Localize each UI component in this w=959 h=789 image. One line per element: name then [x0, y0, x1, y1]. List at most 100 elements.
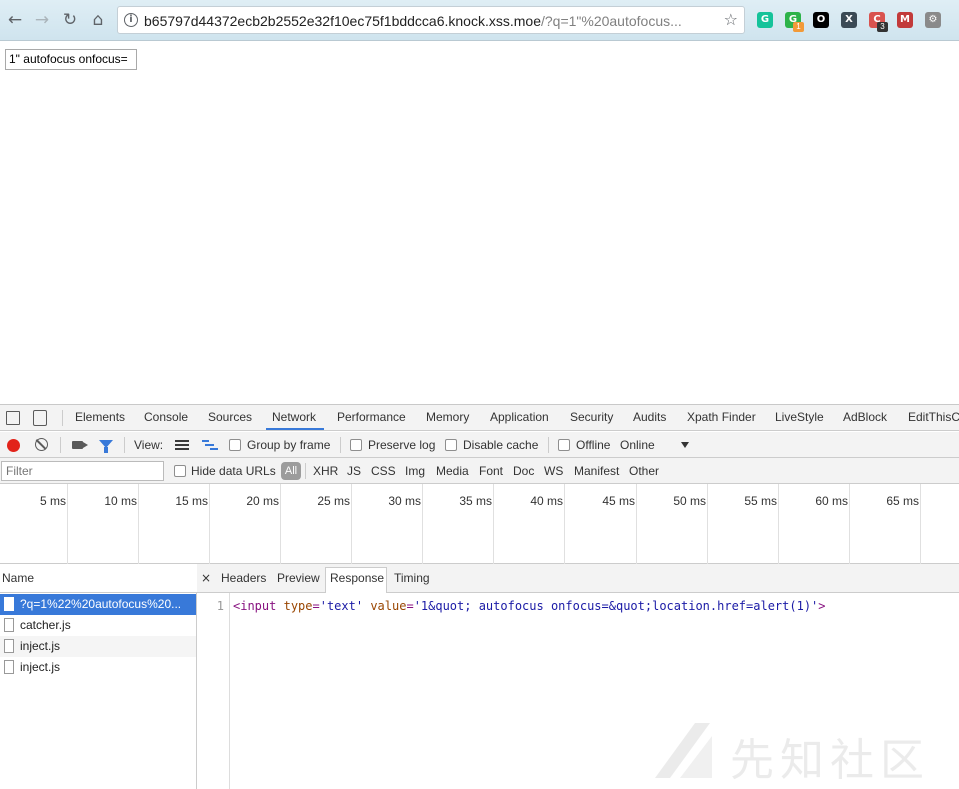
filter-type-xhr[interactable]: XHR — [313, 464, 338, 478]
site-info-icon[interactable]: i — [124, 13, 138, 27]
record-icon[interactable] — [7, 439, 20, 452]
filter-type-js[interactable]: JS — [347, 464, 361, 478]
file-icon — [4, 660, 14, 674]
view-label: View: — [134, 438, 164, 452]
tab-audits[interactable]: Audits — [633, 410, 666, 424]
inspect-element-icon[interactable] — [6, 411, 20, 425]
network-toolbar: View: Group by frame Preserve log Disabl… — [0, 432, 959, 458]
xss-test-input[interactable]: 1" autofocus onfocus= — [5, 49, 137, 70]
circle-icon[interactable]: O — [813, 12, 829, 28]
divider — [548, 437, 549, 453]
detail-tab-headers[interactable]: Headers — [221, 571, 266, 585]
disable-cache-label: Disable cache — [463, 438, 539, 452]
tab-security[interactable]: Security — [570, 410, 613, 424]
capture-screenshots-icon[interactable] — [72, 441, 88, 449]
overview-waterfall-icon[interactable] — [202, 440, 218, 450]
requests-list: Name ?q=1%22%20autofocus%20... catcher.js… — [0, 564, 197, 789]
request-name: inject.js — [20, 639, 61, 653]
request-name: catcher.js — [20, 618, 71, 632]
code-val-value: '1&quot; autofocus onfocus=&quot;locatio… — [413, 599, 819, 613]
url-path: /?q=1"%20autofocus... — [540, 13, 682, 29]
divider — [305, 463, 306, 479]
preserve-log-label: Preserve log — [368, 438, 436, 452]
detail-tab-preview[interactable]: Preview — [277, 571, 320, 585]
line-number: 1 — [216, 599, 224, 613]
response-code: <input type='text' value='1&quot; autofo… — [233, 599, 826, 613]
filter-type-other[interactable]: Other — [629, 464, 659, 478]
name-column-label: Name — [2, 571, 35, 585]
filter-type-manifest[interactable]: Manifest — [574, 464, 619, 478]
home-icon[interactable]: ⌂ — [88, 10, 108, 30]
filter-type-img[interactable]: Img — [405, 464, 425, 478]
filter-type-media[interactable]: Media — [436, 464, 469, 478]
offline-label: Offline — [576, 438, 611, 452]
filter-type-css[interactable]: CSS — [371, 464, 396, 478]
divider — [124, 437, 125, 453]
large-rows-icon[interactable] — [175, 440, 189, 450]
filter-type-all[interactable]: All — [281, 462, 301, 480]
filter-bar: Hide data URLs All XHR JS CSS Img Media Font D… — [0, 458, 959, 484]
close-icon[interactable]: × — [201, 571, 211, 585]
divider — [340, 437, 341, 453]
bookmark-star-icon[interactable]: ☆ — [724, 10, 738, 29]
throttling-select[interactable]: Online — [620, 438, 655, 452]
watermark: 先知社区 — [650, 718, 950, 786]
file-icon — [4, 618, 14, 632]
address-bar[interactable]: i b65797d44372ecb2b2552e32f10ec75f1bddcc… — [117, 6, 745, 34]
settings-gear-icon[interactable]: ⚙ — [925, 12, 941, 28]
code-attr-value: value — [370, 599, 407, 613]
code-eq: = — [406, 599, 414, 613]
back-arrow-icon[interactable]: ← — [5, 10, 25, 30]
filter-input[interactable] — [1, 461, 164, 481]
filter-funnel-icon[interactable] — [99, 440, 113, 453]
filter-type-doc[interactable]: Doc — [513, 464, 534, 478]
x-extension-icon[interactable]: X — [841, 12, 857, 28]
tab-editthisc[interactable]: EditThisC — [908, 410, 959, 424]
chevron-down-icon[interactable] — [681, 442, 689, 448]
tab-performance[interactable]: Performance — [337, 410, 406, 424]
tab-elements[interactable]: Elements — [75, 410, 125, 424]
url-host: b65797d44372ecb2b2552e32f10ec75f1bddcca6… — [144, 13, 541, 29]
preserve-log-checkbox[interactable] — [350, 439, 362, 451]
hide-data-urls-checkbox[interactable] — [174, 465, 186, 477]
group-by-frame-checkbox[interactable] — [229, 439, 241, 451]
name-column-header[interactable]: Name — [0, 564, 197, 593]
mask-extension-icon[interactable]: M — [897, 12, 913, 28]
tab-console[interactable]: Console — [144, 410, 188, 424]
disable-cache-checkbox[interactable] — [445, 439, 457, 451]
clear-icon[interactable] — [35, 438, 48, 451]
tab-sources[interactable]: Sources — [208, 410, 252, 424]
reload-icon[interactable]: ↻ — [60, 10, 80, 30]
request-name: inject.js — [20, 660, 61, 674]
request-row[interactable]: catcher.js — [0, 615, 196, 636]
offline-checkbox[interactable] — [558, 439, 570, 451]
detail-tab-timing[interactable]: Timing — [394, 571, 430, 585]
tab-xpath-finder[interactable]: Xpath Finder — [687, 410, 756, 424]
request-row[interactable]: inject.js — [0, 657, 196, 678]
device-toolbar-icon[interactable] — [33, 410, 47, 426]
tab-livestyle[interactable]: LiveStyle — [775, 410, 824, 424]
divider — [62, 410, 63, 426]
file-icon — [4, 597, 14, 611]
tab-application[interactable]: Application — [490, 410, 549, 424]
filter-type-font[interactable]: Font — [479, 464, 503, 478]
filter-type-ws[interactable]: WS — [544, 464, 563, 478]
request-row[interactable]: ?q=1%22%20autofocus%20... — [0, 594, 196, 615]
watermark-logo-icon — [655, 723, 712, 778]
file-icon — [4, 639, 14, 653]
grammarly-icon[interactable]: G — [757, 12, 773, 28]
detail-tab-response[interactable]: Response — [330, 571, 384, 585]
timeline-tick-label: 65 ms — [886, 494, 919, 508]
forward-arrow-icon[interactable]: → — [32, 10, 52, 30]
tab-memory[interactable]: Memory — [426, 410, 469, 424]
network-timeline-overview: 5 ms 10 ms 15 ms 20 ms 25 ms 30 ms 35 ms 40 ms 4… — [0, 484, 959, 564]
request-row[interactable]: inject.js — [0, 636, 196, 657]
tab-network[interactable]: Network — [272, 410, 316, 424]
divider — [60, 437, 61, 453]
code-eq: = — [312, 599, 320, 613]
code-tag-close: > — [818, 599, 826, 613]
timeline-gridline — [0, 484, 921, 564]
tab-adblock[interactable]: AdBlock — [843, 410, 887, 424]
group-by-frame-label: Group by frame — [247, 438, 331, 452]
url-text[interactable]: b65797d44372ecb2b2552e32f10ec75f1bddcca6… — [144, 13, 682, 29]
